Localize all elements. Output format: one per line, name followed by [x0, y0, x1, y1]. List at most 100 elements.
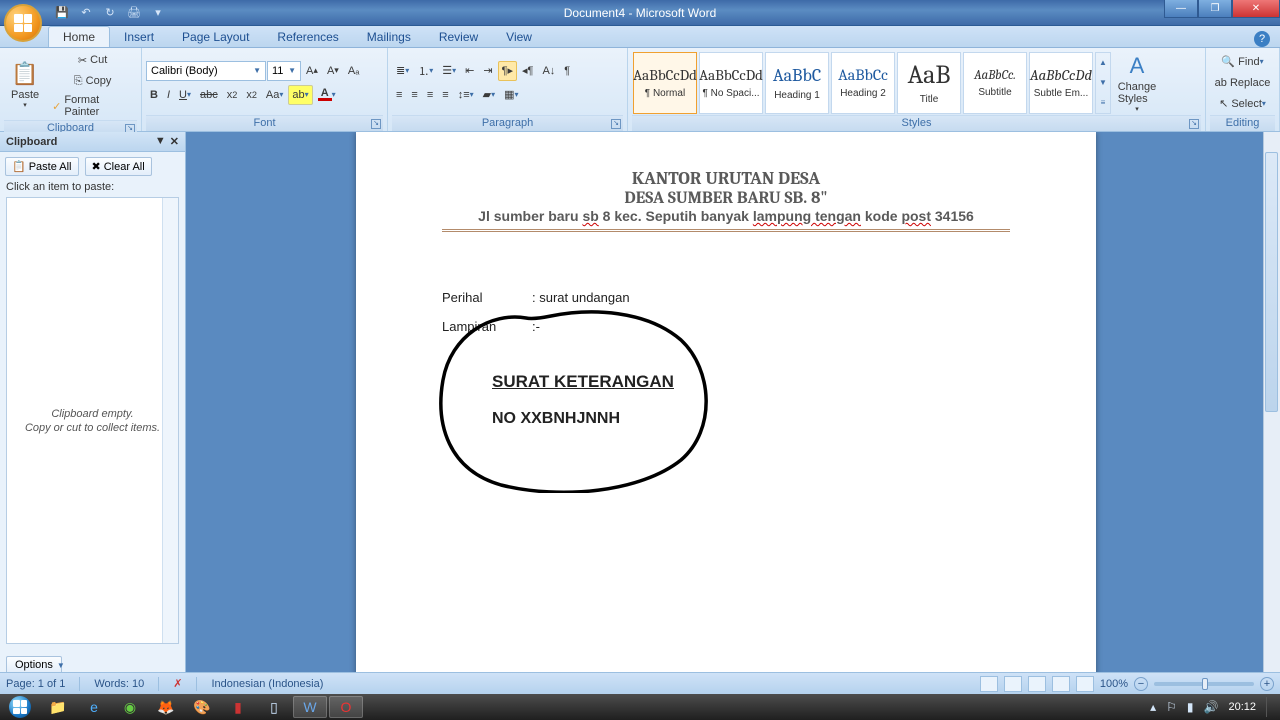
taskbar-ie-icon[interactable]: e	[77, 696, 111, 718]
tray-volume-icon[interactable]: 🔊	[1204, 700, 1219, 714]
multilevel-button[interactable]: ☰▾	[438, 61, 460, 81]
decrease-indent-button[interactable]: ⇤	[461, 61, 478, 81]
rtl-button[interactable]: ◂¶	[518, 61, 537, 81]
style-item[interactable]: AaBbCcDdSubtle Em...	[1029, 52, 1093, 114]
show-marks-button[interactable]: ¶	[560, 61, 574, 81]
paragraph-launcher-icon[interactable]: ↘	[611, 119, 621, 129]
sort-button[interactable]: A↓	[538, 61, 559, 81]
tray-flag-icon[interactable]: ⚐	[1166, 700, 1177, 714]
style-item[interactable]: AaBbCcHeading 2	[831, 52, 895, 114]
bold-button[interactable]: B	[146, 85, 162, 105]
subscript-button[interactable]: x2	[223, 85, 242, 105]
status-language[interactable]: Indonesian (Indonesia)	[211, 678, 323, 690]
zoom-slider[interactable]	[1154, 682, 1254, 686]
tray-clock[interactable]: 20:12	[1228, 701, 1256, 713]
styles-more-button[interactable]: ▲▼≡	[1095, 52, 1111, 114]
print-icon[interactable]: 🖨	[126, 5, 142, 21]
justify-button[interactable]: ≡	[438, 85, 452, 105]
clear-all-button[interactable]: ✖Clear All	[85, 157, 152, 176]
scrollbar-thumb[interactable]	[1265, 152, 1278, 412]
change-styles-button[interactable]: AChangeStyles▾	[1111, 52, 1163, 114]
tab-view[interactable]: View	[492, 27, 546, 47]
change-case-button[interactable]: Aa▾	[262, 85, 287, 105]
view-print-layout-button[interactable]	[980, 676, 998, 692]
document-page[interactable]: KANTOR URUTAN DESA DESA SUMBER BARU SB. …	[356, 132, 1096, 694]
clipboard-scrollbar[interactable]	[162, 198, 178, 643]
save-icon[interactable]: 💾	[54, 5, 70, 21]
view-web-button[interactable]	[1028, 676, 1046, 692]
superscript-button[interactable]: x2	[242, 85, 261, 105]
line-spacing-button[interactable]: ↕≡▾	[454, 85, 478, 105]
style-item[interactable]: AaBbCcDd¶ Normal	[633, 52, 697, 114]
view-draft-button[interactable]	[1076, 676, 1094, 692]
copy-button[interactable]: ⎘ Copy	[48, 71, 137, 91]
pane-menu-icon[interactable]: ▼	[155, 135, 166, 148]
view-outline-button[interactable]	[1052, 676, 1070, 692]
status-page[interactable]: Page: 1 of 1	[6, 678, 65, 690]
bullets-button[interactable]: ≣▾	[392, 61, 413, 81]
numbering-button[interactable]: ⒈▾	[414, 61, 437, 81]
styles-launcher-icon[interactable]: ↘	[1189, 119, 1199, 129]
highlight-button[interactable]: ab▾	[288, 85, 312, 105]
taskbar-app2-icon[interactable]: ▮	[221, 696, 255, 718]
align-center-button[interactable]: ≡	[407, 85, 421, 105]
italic-button[interactable]: I	[163, 85, 174, 105]
font-name-combo[interactable]: Calibri (Body)▼	[146, 61, 266, 81]
ltr-button[interactable]: ¶▸	[498, 61, 517, 81]
tray-up-icon[interactable]: ▴	[1150, 700, 1156, 714]
underline-button[interactable]: U▾	[175, 85, 195, 105]
font-color-button[interactable]: A▾	[314, 85, 340, 105]
pane-close-icon[interactable]: ✕	[170, 135, 179, 148]
align-left-button[interactable]: ≡	[392, 85, 406, 105]
redo-icon[interactable]: ↻	[102, 5, 118, 21]
tab-home[interactable]: Home	[48, 26, 110, 47]
replace-button[interactable]: ab Replace	[1210, 73, 1275, 93]
taskbar-opera-icon[interactable]: O	[329, 696, 363, 718]
align-right-button[interactable]: ≡	[423, 85, 437, 105]
strikethrough-button[interactable]: abc	[196, 85, 222, 105]
taskbar-firefox-icon[interactable]: 🦊	[149, 696, 183, 718]
format-painter-button[interactable]: ✓ Format Painter	[48, 92, 137, 120]
paste-button[interactable]: 📋Paste▾	[4, 54, 46, 116]
font-launcher-icon[interactable]: ↘	[371, 119, 381, 129]
office-button[interactable]	[4, 4, 42, 42]
style-item[interactable]: AaBbCcDd¶ No Spaci...	[699, 52, 763, 114]
start-button[interactable]	[0, 694, 40, 720]
increase-indent-button[interactable]: ⇥	[479, 61, 496, 81]
font-size-combo[interactable]: 11▼	[267, 61, 301, 81]
cut-button[interactable]: ✂ Cut	[48, 50, 137, 70]
qat-customize-icon[interactable]: ▾	[150, 5, 166, 21]
minimize-button[interactable]: —	[1164, 0, 1198, 18]
close-button[interactable]: ✕	[1232, 0, 1280, 18]
zoom-slider-thumb[interactable]	[1202, 678, 1208, 690]
undo-icon[interactable]: ↶	[78, 5, 94, 21]
grow-font-button[interactable]: A▴	[302, 61, 322, 81]
paste-all-button[interactable]: 📋Paste All	[5, 157, 79, 176]
shrink-font-button[interactable]: A▾	[323, 61, 343, 81]
taskbar-app-icon[interactable]: ◉	[113, 696, 147, 718]
taskbar-explorer-icon[interactable]: 📁	[41, 696, 75, 718]
proofing-icon[interactable]: ✗	[173, 677, 182, 690]
tray-network-icon[interactable]: ▮	[1187, 700, 1194, 714]
style-item[interactable]: AaBbCHeading 1	[765, 52, 829, 114]
help-icon[interactable]: ?	[1254, 31, 1270, 47]
shading-button[interactable]: ▰▾	[479, 85, 499, 105]
tab-review[interactable]: Review	[425, 27, 492, 47]
select-button[interactable]: ↖ Select▾	[1210, 94, 1275, 114]
find-button[interactable]: 🔍 Find▾	[1210, 52, 1275, 72]
zoom-out-button[interactable]: −	[1134, 677, 1148, 691]
tab-insert[interactable]: Insert	[110, 27, 168, 47]
maximize-button[interactable]: ❐	[1198, 0, 1232, 18]
vertical-scrollbar[interactable]	[1263, 132, 1280, 694]
show-desktop-button[interactable]	[1266, 697, 1274, 717]
zoom-in-button[interactable]: +	[1260, 677, 1274, 691]
clear-formatting-button[interactable]: Aₐ	[344, 61, 363, 81]
shape-textbox[interactable]: SURAT KETERANGAN NO XXBNHJNNH	[492, 372, 674, 428]
borders-button[interactable]: ▦▾	[500, 85, 522, 105]
taskbar-paint-icon[interactable]: 🎨	[185, 696, 219, 718]
style-item[interactable]: AaBTitle	[897, 52, 961, 114]
tab-mailings[interactable]: Mailings	[353, 27, 425, 47]
taskbar-notepad-icon[interactable]: ▯	[257, 696, 291, 718]
taskbar-word-icon[interactable]: W	[293, 696, 327, 718]
zoom-level[interactable]: 100%	[1100, 678, 1128, 690]
